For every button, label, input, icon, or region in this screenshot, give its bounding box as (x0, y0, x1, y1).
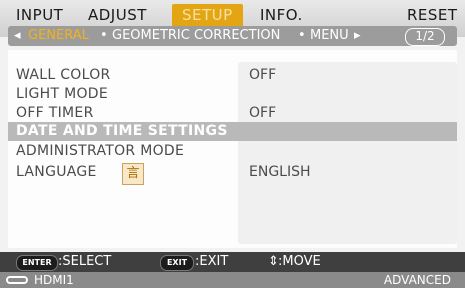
exit-hint: :EXIT (195, 254, 229, 269)
administrator-mode-label[interactable]: ADMINISTRATOR MODE (16, 143, 184, 160)
submenu-bar: ◂ GENERAL • GEOMETRIC CORRECTION • MENU … (8, 26, 457, 46)
tab-input[interactable]: INPUT (16, 4, 63, 26)
tab-info[interactable]: INFO. (260, 4, 303, 26)
values-panel (238, 62, 457, 244)
separator-dot: • (100, 28, 108, 43)
separator-dot: • (298, 28, 306, 43)
status-footer: HDMI1 ADVANCED (0, 272, 465, 288)
select-hint: :SELECT (58, 254, 112, 269)
right-arrow-icon[interactable]: ▸ (354, 26, 361, 46)
off-timer-label[interactable]: OFF TIMER (16, 105, 94, 122)
language-value[interactable]: ENGLISH (249, 164, 311, 181)
language-label[interactable]: LANGUAGE (16, 164, 97, 181)
date-time-settings-label[interactable]: DATE AND TIME SETTINGS (16, 123, 228, 140)
wall-color-value[interactable]: OFF (249, 67, 276, 84)
subtab-menu[interactable]: MENU (310, 26, 349, 46)
wall-color-label[interactable]: WALL COLOR (16, 67, 111, 84)
key-hint-bar: ENTER :SELECT EXIT :EXIT ⇕ :MOVE (0, 252, 465, 272)
menu-mode: ADVANCED (383, 273, 451, 287)
move-hint: :MOVE (278, 254, 321, 269)
page-indicator: 1/2 (405, 28, 445, 46)
tab-setup[interactable]: SETUP (172, 4, 243, 26)
projector-menu-screen: INPUT ADJUST SETUP INFO. RESET ◂ GENERAL… (0, 0, 465, 288)
exit-key-icon: EXIT (160, 255, 194, 271)
subtab-geometric-correction[interactable]: GEOMETRIC CORRECTION (112, 26, 280, 46)
input-connector-icon (6, 276, 28, 284)
off-timer-value[interactable]: OFF (249, 105, 276, 122)
language-icon: 言 (122, 163, 144, 185)
light-mode-label[interactable]: LIGHT MODE (16, 86, 108, 103)
input-source: HDMI1 (34, 273, 74, 287)
subtab-general[interactable]: GENERAL (28, 26, 89, 46)
tab-adjust[interactable]: ADJUST (88, 4, 147, 26)
enter-key-icon: ENTER (16, 255, 58, 271)
left-arrow-icon[interactable]: ◂ (14, 26, 21, 46)
tab-reset[interactable]: RESET (407, 4, 458, 26)
